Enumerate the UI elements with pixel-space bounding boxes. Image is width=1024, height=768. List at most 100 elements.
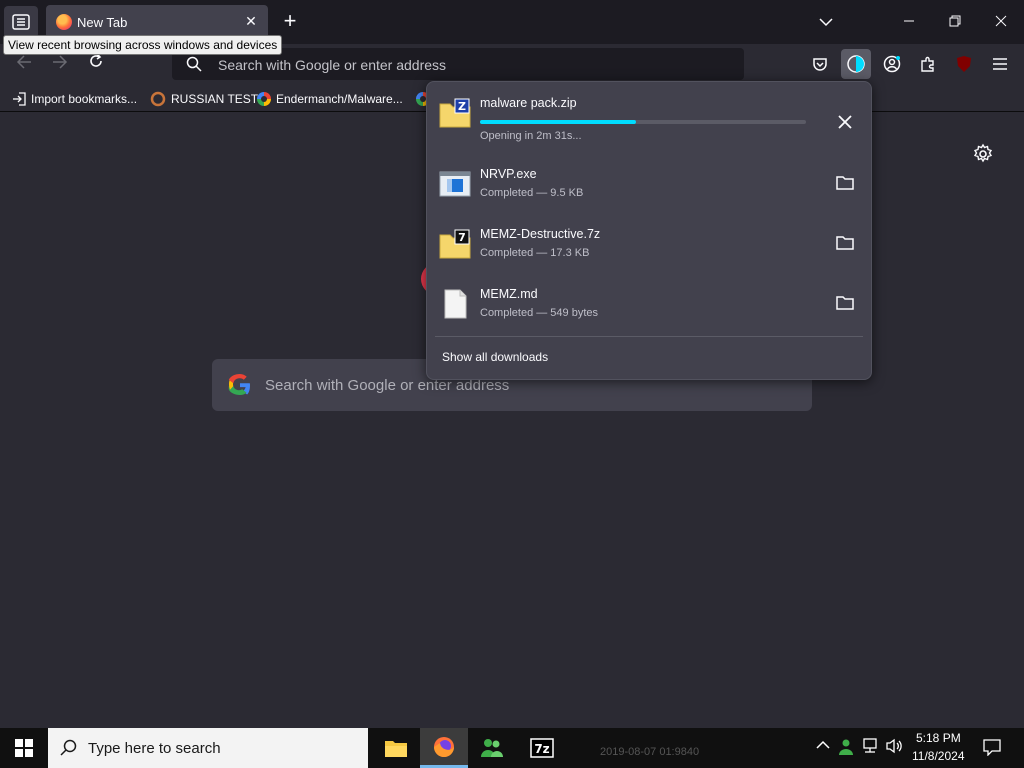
search-icon (60, 739, 77, 756)
background-window-text: 2019-08-07 01:9840 (600, 746, 700, 758)
bookmark-label: Import bookmarks... (31, 92, 138, 106)
tray-user-app[interactable] (836, 738, 856, 758)
bookmark-favicon (150, 91, 166, 107)
start-button[interactable] (0, 728, 48, 768)
7zip-icon: 7z (530, 738, 554, 758)
download-filename: NRVP.exe (480, 167, 537, 181)
user-status-icon (839, 739, 853, 755)
folder-icon[interactable] (835, 233, 855, 253)
download-progress-bar (480, 120, 806, 124)
tray-volume[interactable] (884, 738, 904, 758)
bookmark-russian-test[interactable]: RUSSIAN TEST (150, 90, 258, 108)
taskbar-search-box[interactable]: Type here to search (48, 728, 368, 768)
hamburger-menu-icon (993, 58, 1007, 70)
bookmark-import[interactable]: Import bookmarks... (12, 90, 137, 108)
list-all-tabs-button[interactable] (812, 10, 840, 34)
ublock-shield-icon (957, 56, 971, 72)
bookmark-label: RUSSIAN TEST (171, 92, 259, 106)
cancel-download-icon[interactable] (835, 112, 855, 132)
restore-button[interactable] (941, 10, 969, 34)
forward-button[interactable] (46, 52, 74, 78)
taskbar-7zip[interactable]: 7z (518, 728, 566, 768)
download-item[interactable]: MEMZ.md Completed — 549 bytes (427, 275, 871, 333)
gear-icon (973, 143, 993, 163)
app-menu-button[interactable] (986, 50, 1014, 78)
download-item[interactable]: NRVP.exe Completed — 9.5 KB (427, 155, 871, 213)
ublock-origin-button[interactable] (950, 50, 978, 78)
restore-icon (949, 15, 961, 27)
google-icon (257, 92, 271, 106)
tooltip: View recent browsing across windows and … (3, 35, 283, 55)
clock-time[interactable]: 5:18 PM (916, 731, 961, 745)
bookmark-endermanch[interactable]: Endermanch/Malware... (257, 90, 403, 108)
svg-text:Z: Z (458, 100, 466, 113)
notifications-button[interactable] (982, 738, 1002, 758)
download-filename: malware pack.zip (480, 96, 577, 110)
users-icon (481, 739, 503, 757)
show-all-downloads-link[interactable]: Show all downloads (442, 350, 548, 364)
download-filename: MEMZ-Destructive.7z (480, 227, 601, 241)
minimize-button[interactable] (895, 10, 923, 34)
svg-text:7: 7 (458, 231, 466, 244)
chevron-down-icon (819, 18, 833, 27)
panel-divider (435, 336, 863, 337)
tab-close-button[interactable]: ✕ (242, 12, 260, 30)
speaker-icon (886, 738, 902, 754)
import-icon (13, 92, 26, 106)
account-icon (883, 55, 901, 73)
download-filename: MEMZ.md (480, 287, 538, 301)
puzzle-icon (921, 56, 934, 72)
notification-icon (983, 739, 1001, 757)
tab-title: New Tab (77, 15, 128, 30)
zip-archive-icon: Z (439, 98, 471, 128)
taskbar-file-explorer[interactable] (372, 728, 420, 768)
download-status: Completed — 549 bytes (480, 307, 599, 319)
firefox-view-button[interactable] (4, 6, 38, 38)
close-window-button[interactable] (987, 10, 1015, 34)
search-icon (186, 56, 202, 72)
new-tab-button[interactable]: + (278, 10, 302, 34)
taskbar-messenger[interactable] (468, 728, 516, 768)
minimize-icon (904, 20, 914, 22)
back-arrow-icon (16, 55, 31, 69)
downloads-panel: Z malware pack.zip Opening in 2m 31s... … (426, 81, 872, 380)
bookmark-label: Endermanch/Malware... (276, 92, 403, 106)
account-button[interactable] (878, 50, 906, 78)
firefox-icon (56, 14, 72, 30)
windows-logo-icon (15, 739, 33, 757)
close-icon (995, 15, 1007, 27)
exe-icon (439, 171, 471, 197)
clock-date[interactable]: 11/8/2024 (912, 749, 965, 763)
chevron-up-icon (816, 740, 830, 749)
tray-network[interactable] (860, 738, 880, 758)
extensions-button[interactable] (914, 50, 942, 78)
pocket-button[interactable] (806, 50, 834, 78)
show-hidden-icons-button[interactable] (813, 738, 833, 758)
download-progress-fill (480, 120, 637, 124)
reload-icon (90, 53, 102, 67)
network-icon (863, 738, 877, 753)
url-bar-placeholder: Search with Google or enter address (218, 57, 447, 73)
forward-arrow-icon (53, 55, 68, 69)
folder-icon[interactable] (835, 293, 855, 313)
firefox-icon (434, 736, 454, 757)
download-item[interactable]: 7 MEMZ-Destructive.7z Completed — 17.3 K… (427, 215, 871, 273)
google-icon (228, 374, 250, 395)
pocket-icon (813, 58, 827, 71)
downloads-button[interactable] (841, 49, 871, 79)
reload-button[interactable] (82, 52, 110, 78)
taskbar-firefox[interactable] (420, 728, 468, 768)
taskbar-search-placeholder: Type here to search (88, 740, 221, 757)
download-progress-icon (847, 55, 865, 73)
folder-icon[interactable] (835, 173, 855, 193)
7z-archive-icon: 7 (439, 229, 471, 259)
file-explorer-icon (385, 741, 407, 757)
download-status: Opening in 2m 31s... (480, 130, 582, 142)
back-button[interactable] (10, 52, 38, 78)
page-settings-button[interactable] (972, 143, 994, 165)
download-item[interactable]: Z malware pack.zip Opening in 2m 31s... (427, 84, 871, 142)
firefox-view-icon (12, 14, 30, 30)
document-icon (444, 289, 467, 319)
download-status: Completed — 9.5 KB (480, 187, 584, 199)
tab-new-tab[interactable]: New Tab ✕ (46, 5, 268, 39)
